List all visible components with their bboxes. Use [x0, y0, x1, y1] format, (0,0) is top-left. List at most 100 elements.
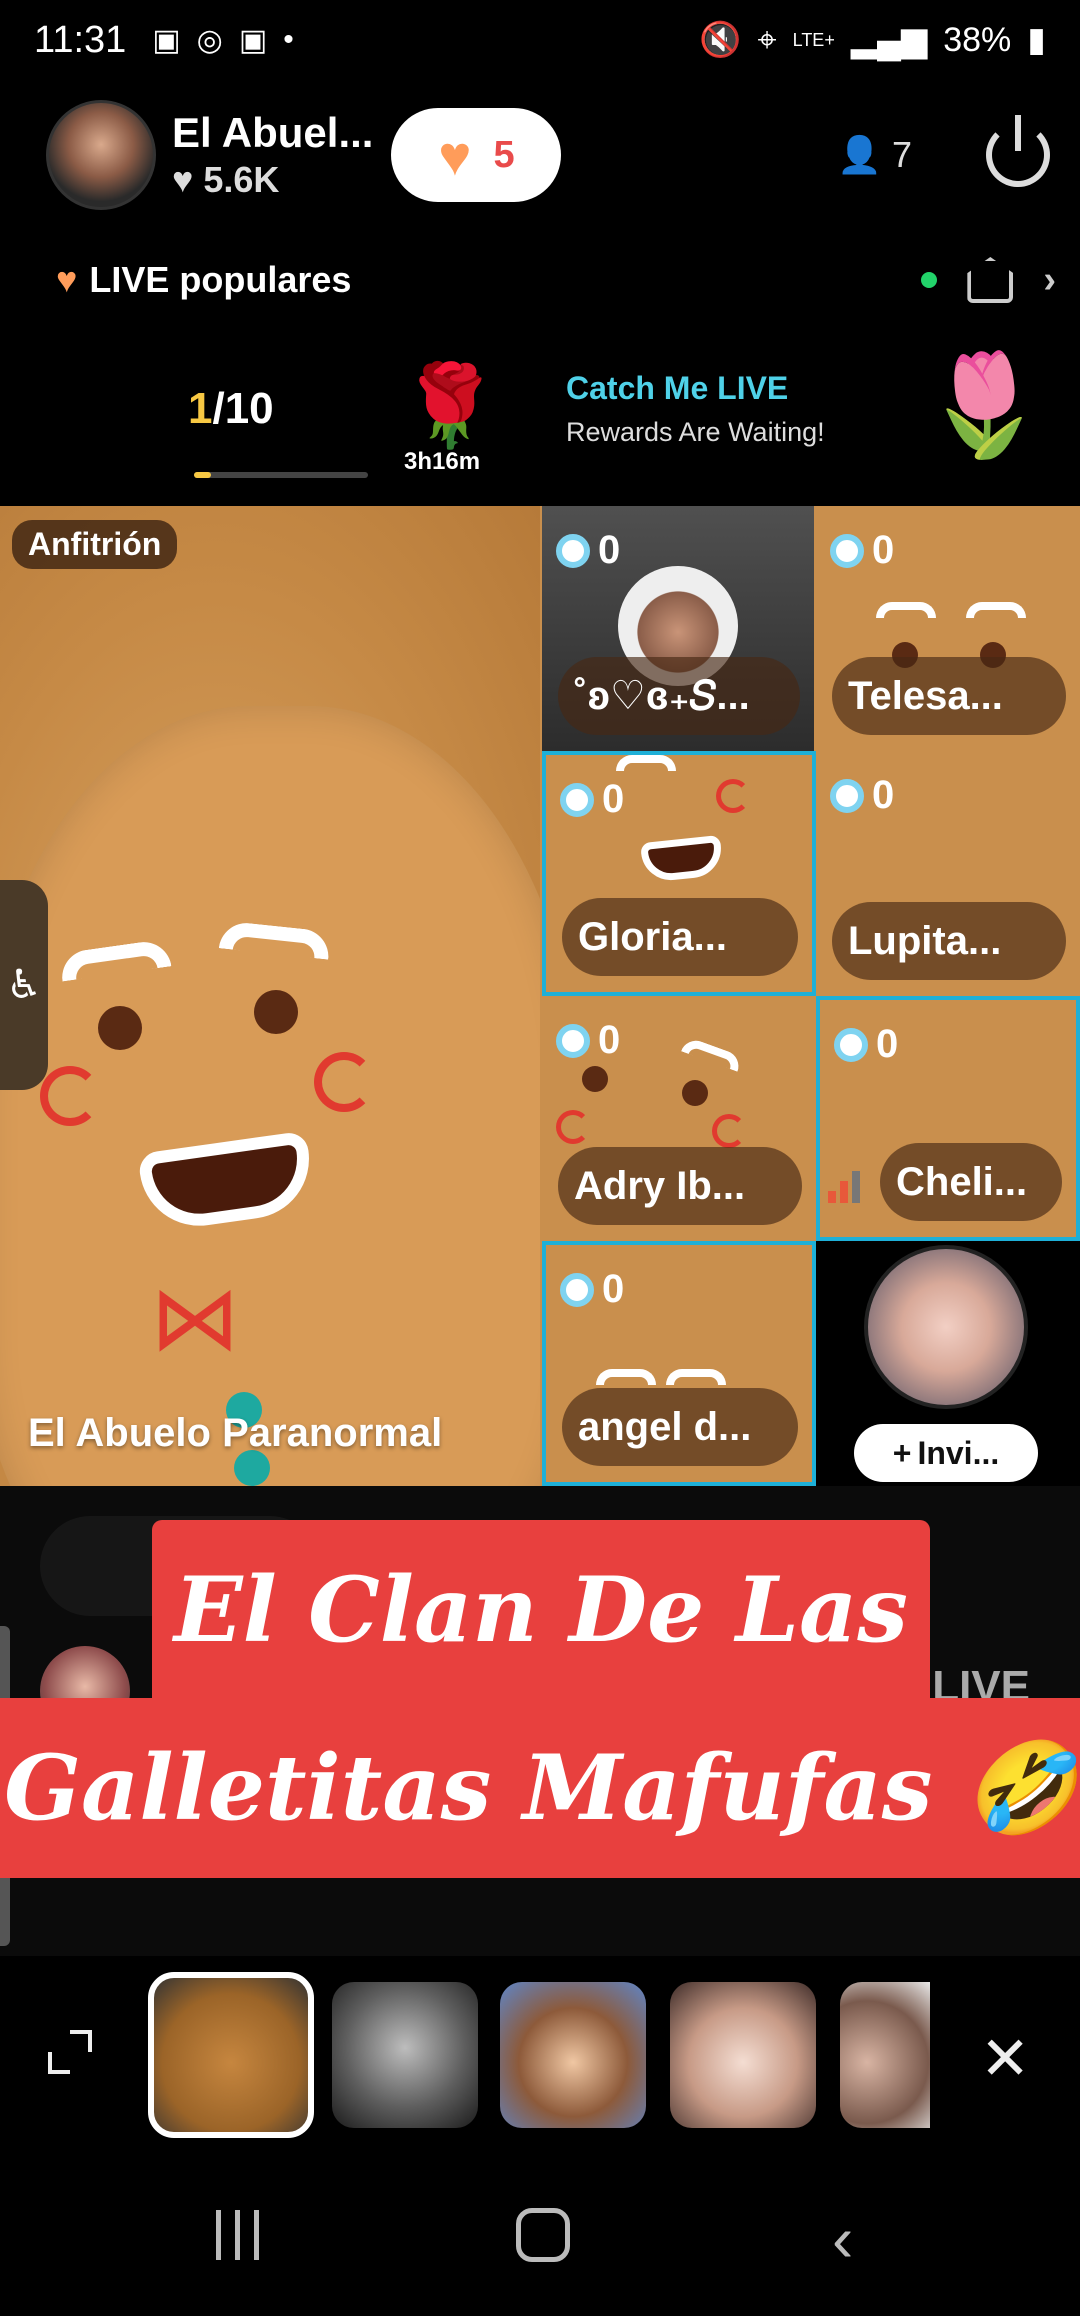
right-cheek-swirl	[314, 1052, 374, 1112]
gift-progress: 1/10	[188, 384, 274, 433]
dot-icon: •	[283, 23, 294, 56]
status-bar: 11:31 ▣ ◎ ▣ • 🔇 ⌖ LTE+ ▂▄▆ 38% ▮	[0, 0, 1080, 80]
invite-tile: + Invi...	[816, 1241, 1080, 1486]
promo-title: Catch Me LIVE	[566, 370, 789, 406]
host-badge: Anfitrión	[12, 520, 178, 569]
guest-score: 0	[834, 1022, 898, 1067]
whatsapp-icon: ◎	[196, 23, 223, 57]
guest-face-swirl	[712, 1114, 746, 1148]
host-label: El Abuelo Paranormal	[28, 1411, 443, 1455]
screen-record-icon: ▣	[238, 23, 268, 57]
home-icon[interactable]	[516, 2208, 570, 2262]
host-video-tile[interactable]: ⋈ Anfitrión El Abuelo Paranormal ♿	[0, 506, 540, 1486]
rose-icon[interactable]: 🌹	[400, 366, 500, 446]
guest-tile[interactable]: 0 Telesa...	[816, 506, 1080, 751]
guest-tile[interactable]: 0 ˚ʚ♡ɞ₊𝑆...	[542, 506, 814, 751]
gift-progress-bar	[194, 472, 368, 478]
guest-tile[interactable]: 0 angel d...	[542, 1241, 816, 1486]
host-avatar[interactable]	[46, 100, 156, 210]
guest-tile[interactable]: 0 Adry Ib...	[542, 996, 816, 1241]
guest-tile[interactable]: 0 Gloria...	[542, 751, 816, 996]
guest-name: Adry Ib...	[558, 1147, 802, 1225]
weak-signal-icon	[828, 1163, 868, 1203]
accessibility-icon[interactable]: ♿	[0, 880, 48, 1090]
guest-score: 0	[830, 773, 894, 818]
gem-icon	[830, 533, 864, 568]
expand-icon[interactable]	[48, 2030, 92, 2074]
guest-face-mouth	[640, 834, 724, 884]
heart-icon: ♥	[172, 159, 204, 200]
host-likes: ♥ 5.6K	[172, 159, 280, 200]
guest-face-swirl	[716, 779, 750, 813]
guest-name: Lupita...	[832, 902, 1066, 980]
recent-apps-icon[interactable]	[216, 2210, 259, 2260]
invite-label: Invi...	[917, 1434, 1000, 1471]
guest-face-eye	[582, 1066, 608, 1092]
guest-face-brow	[681, 1036, 743, 1072]
guest-name: angel d...	[562, 1388, 798, 1466]
guest-name: Cheli...	[880, 1143, 1062, 1221]
live-populares-row[interactable]: ♥ LIVE populares ›	[56, 250, 1056, 310]
person-icon: 👤	[837, 134, 882, 175]
multi-guest-grid: ⋈ Anfitrión El Abuelo Paranormal ♿ 0 ˚ʚ♡…	[0, 506, 1080, 1486]
host-info[interactable]: El Abuel... ♥ 5.6K	[172, 109, 373, 201]
gem-icon	[834, 1027, 868, 1062]
guest-tile[interactable]: 0 Lupita...	[816, 751, 1080, 996]
gingerbread-effect-thumbnail[interactable]	[148, 1972, 314, 2138]
rewards-banner[interactable]: 1/10 🌹 3h16m Catch Me LIVE Rewards Are W…	[0, 340, 1080, 490]
guest-face-brow	[616, 755, 676, 771]
gift-pill-button[interactable]: ♥ 5	[391, 108, 562, 202]
heart-icon: ♥	[438, 123, 472, 187]
viewer-count: 7	[891, 134, 912, 175]
guest-score: 0	[830, 528, 894, 573]
plus-icon: +	[892, 1434, 912, 1471]
battery-level: 38%	[943, 20, 1012, 59]
heart-icon: ♥	[56, 259, 78, 300]
back-icon[interactable]: ‹	[832, 2202, 853, 2276]
power-icon[interactable]	[986, 123, 1050, 187]
explore-icon[interactable]	[967, 257, 1014, 303]
guest-tile[interactable]: 0 Cheli...	[816, 996, 1080, 1241]
online-dot-icon	[921, 272, 938, 288]
signal-icon: ▂▄▆	[850, 21, 928, 59]
battery-icon: ▮	[1027, 21, 1046, 59]
screenshot-icon: ▣	[152, 23, 181, 57]
gem-icon	[560, 782, 594, 817]
live-header: El Abuel... ♥ 5.6K ♥ 5 👤 7	[46, 100, 1050, 210]
host-name: El Abuel...	[172, 109, 374, 156]
left-eye	[98, 1006, 142, 1050]
flower-trophy-icon[interactable]: 🌷	[922, 350, 1047, 460]
system-nav-bar: ‹	[0, 2150, 1080, 2316]
effects-bar: ✕	[0, 1960, 1080, 2150]
guest-score: 0	[560, 1267, 624, 1312]
gem-icon	[556, 1023, 590, 1058]
guest-score: 0	[556, 1018, 620, 1063]
guest-face-eye	[682, 1080, 708, 1106]
bow-tie: ⋈	[150, 1269, 240, 1369]
invite-button[interactable]: + Invi...	[854, 1424, 1038, 1482]
viewer-count-button[interactable]: 👤 7	[837, 134, 912, 176]
notification-icons: ▣ ◎ ▣ •	[152, 23, 293, 58]
mute-icon: 🔇	[699, 21, 742, 59]
close-icon[interactable]: ✕	[980, 2024, 1030, 2094]
gift-count: 5	[493, 133, 515, 176]
catch-me-live-promo[interactable]: Catch Me LIVE Rewards Are Waiting!	[566, 370, 825, 448]
location-icon: ⌖	[757, 20, 777, 59]
beard-effect-thumbnail[interactable]	[840, 1982, 930, 2128]
gem-icon	[556, 533, 590, 568]
left-cheek-swirl	[40, 1066, 100, 1126]
right-eye	[254, 990, 298, 1034]
beauty-effect-thumbnail[interactable]	[670, 1982, 816, 2128]
guest-face-brow	[666, 1369, 726, 1385]
guest-face-brow	[876, 602, 936, 618]
promo-subtitle: Rewards Are Waiting!	[566, 417, 825, 447]
guest-name: Gloria...	[562, 898, 798, 976]
cartoon-effect-thumbnail[interactable]	[500, 1982, 646, 2128]
zombie-effect-thumbnail[interactable]	[332, 1982, 478, 2128]
guest-name: ˚ʚ♡ɞ₊𝑆...	[558, 657, 800, 735]
guest-score: 0	[560, 777, 624, 822]
chevron-right-icon[interactable]: ›	[1043, 259, 1056, 302]
clock: 11:31	[34, 18, 127, 61]
guest-name: Telesa...	[832, 657, 1066, 735]
populares-actions: ›	[921, 257, 1056, 303]
